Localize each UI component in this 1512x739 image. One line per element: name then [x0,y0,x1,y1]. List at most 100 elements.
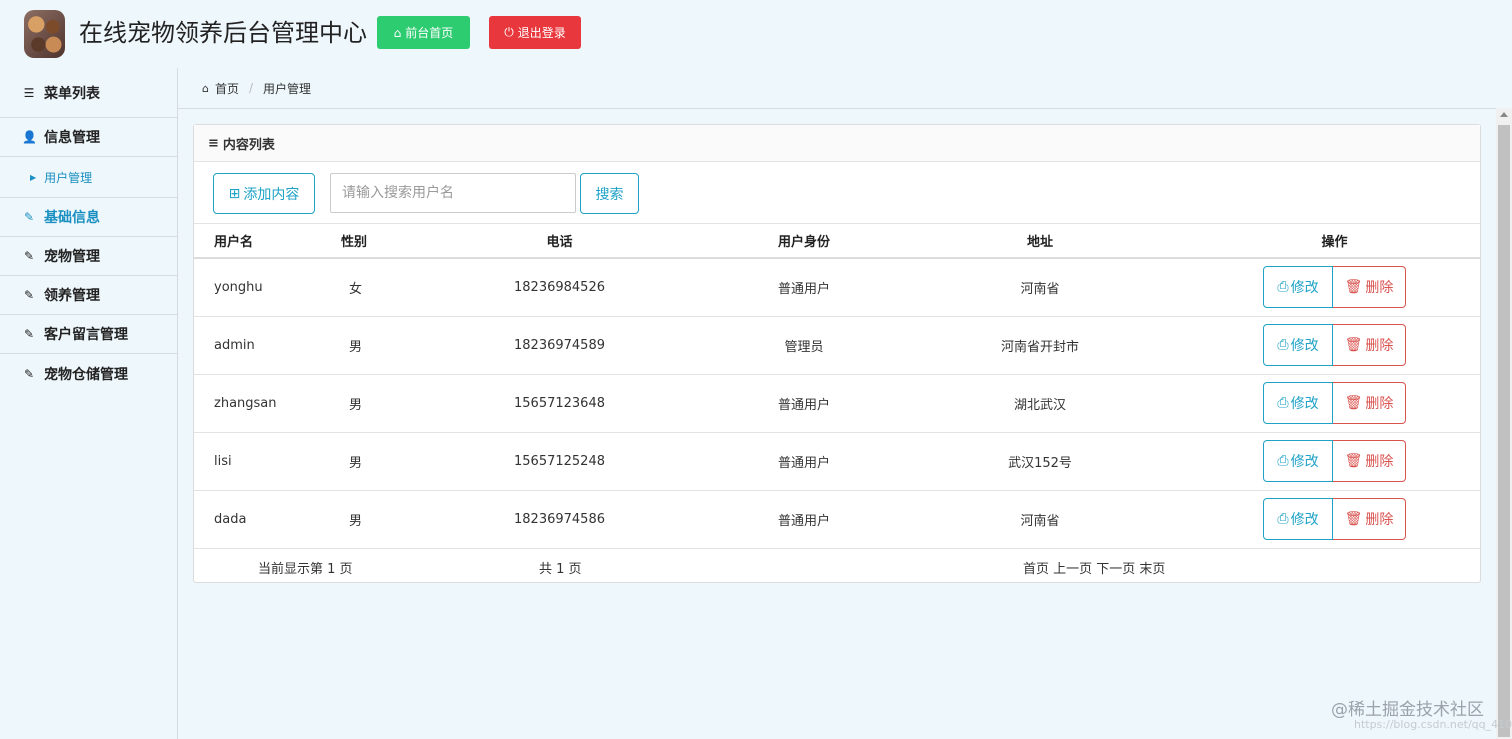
edit-button[interactable]: ⎙ 修改 [1263,382,1333,424]
edit-icon: ⎙ [1277,395,1289,411]
sidebar-item-label: 宠物管理 [44,249,100,265]
edit-icon: ⎙ [1277,279,1289,296]
plus-square-icon: ⊞ [228,185,241,202]
divider [178,108,1496,109]
sidebar-item-user-management[interactable]: ▶ 用户管理 [0,157,177,198]
sidebar-item-basic-info[interactable]: ✎ 基础信息 [0,198,177,237]
cell-actions: ⎙ 修改 🗑 删除 [1189,316,1480,375]
sidebar-item-label: 基础信息 [44,210,100,226]
sidebar-heading-label: 菜单列表 [44,85,100,102]
cell-gender: 男 [304,432,402,491]
cell-actions: ⎙ 修改 🗑 删除 [1189,432,1480,491]
cell-username: lisi [194,432,304,491]
panel-header: ≡ 内容列表 [194,125,1480,162]
edit-icon: ✎ [23,210,35,224]
edit-label: 修改 [1290,338,1319,354]
cell-role: 管理员 [717,316,891,375]
add-content-button[interactable]: ⊞ 添加内容 [213,173,315,214]
sidebar-item-pet-management[interactable]: ✎ 宠物管理 [0,237,177,276]
delete-label: 删除 [1365,338,1394,354]
cell-address: 湖北武汉 [891,374,1189,433]
sidebar-item-label: 客户留言管理 [44,327,128,343]
edit-icon: ⎙ [1277,337,1289,353]
sidebar-item-adoption-management[interactable]: ✎ 领养管理 [0,276,177,315]
table-header-row: 用户名 性别 电话 用户身份 地址 操作 [194,224,1480,259]
delete-button[interactable]: 🗑 删除 [1333,440,1406,482]
trash-icon: 🗑 [1344,511,1363,527]
col-actions: 操作 [1189,224,1480,259]
cell-phone: 18236974589 [402,316,717,375]
list-icon: ☰ [23,85,35,100]
search-button[interactable]: 搜索 [580,173,639,214]
cell-username: yonghu [194,258,304,317]
col-role: 用户身份 [717,224,891,259]
top-header: 在线宠物领养后台管理中心 ⌂ 前台首页 ⏻ 退出登录 [0,0,1512,68]
scroll-thumb[interactable] [1498,125,1510,737]
cell-address: 武汉152号 [891,432,1189,491]
watermark-url: https://blog.csdn.net/qq_41024868 [1354,718,1512,731]
cell-username: dada [194,490,304,549]
cell-gender: 女 [304,258,402,317]
edit-button[interactable]: ⎙ 修改 [1263,498,1333,540]
table-row: zhangsan 男 15657123648 普通用户 湖北武汉 ⎙ 修改 🗑 删除 [194,374,1480,433]
delete-label: 删除 [1365,280,1394,297]
delete-label: 删除 [1365,512,1394,528]
edit-label: 修改 [1290,454,1319,470]
toolbar: ⊞ 添加内容 搜索 [194,162,1480,224]
current-page-text: 当前显示第 1 页 [258,561,353,577]
sidebar-item-info-management[interactable]: 👤 信息管理 [0,118,177,157]
col-phone: 电话 [402,224,717,259]
sidebar-item-storage-management[interactable]: ✎ 宠物仓储管理 [0,354,177,393]
vertical-scrollbar[interactable] [1496,108,1512,739]
edit-icon: ✎ [23,327,35,341]
logout-button[interactable]: ⏻ 退出登录 [489,16,581,49]
home-icon: ⌂ [202,81,209,95]
breadcrumb-current: 用户管理 [263,81,312,96]
delete-button[interactable]: 🗑 删除 [1333,382,1406,424]
delete-label: 删除 [1365,454,1394,470]
edit-button[interactable]: ⎙ 修改 [1263,440,1333,482]
cell-actions: ⎙ 修改 🗑 删除 [1189,374,1480,433]
front-home-button[interactable]: ⌂ 前台首页 [377,16,470,49]
trash-icon: 🗑 [1344,337,1363,353]
cell-address: 河南省 [891,258,1189,317]
delete-label: 删除 [1365,396,1394,412]
edit-icon: ✎ [23,249,35,263]
sidebar-heading: ☰ 菜单列表 [0,68,177,118]
trash-icon: 🗑 [1344,395,1363,411]
edit-label: 修改 [1290,280,1319,297]
edit-button[interactable]: ⎙ 修改 [1263,266,1333,309]
table-row: lisi 男 15657125248 普通用户 武汉152号 ⎙ 修改 🗑 删除 [194,432,1480,491]
cell-username: admin [194,316,304,375]
delete-button[interactable]: 🗑 删除 [1333,324,1406,366]
breadcrumb: ⌂ 首页 / 用户管理 [202,79,311,97]
col-address: 地址 [891,224,1189,259]
power-icon: ⏻ [504,25,514,39]
sidebar-item-label: 领养管理 [44,288,100,304]
cell-phone: 18236974586 [402,490,717,549]
delete-button[interactable]: 🗑 删除 [1333,498,1406,540]
edit-icon: ⎙ [1277,453,1289,469]
trash-icon: 🗑 [1344,279,1363,296]
total-pages-text: 共 1 页 [539,561,582,577]
cell-gender: 男 [304,490,402,549]
breadcrumb-home[interactable]: 首页 [215,80,239,97]
delete-button[interactable]: 🗑 删除 [1333,266,1406,309]
cell-username: zhangsan [194,374,304,433]
home-icon: ⌂ [393,25,402,40]
watermark: @稀土掘金技术社区 [1331,700,1484,720]
cell-role: 普通用户 [717,258,891,317]
cell-gender: 男 [304,316,402,375]
cell-address: 河南省 [891,490,1189,549]
edit-button[interactable]: ⎙ 修改 [1263,324,1333,366]
cell-role: 普通用户 [717,432,891,491]
table-row: yonghu 女 18236984526 普通用户 河南省 ⎙ 修改 🗑 删除 [194,258,1480,317]
sidebar-item-message-management[interactable]: ✎ 客户留言管理 [0,315,177,354]
site-logo [24,10,65,58]
breadcrumb-separator: / [249,81,254,95]
search-input[interactable] [330,173,576,213]
site-title: 在线宠物领养后台管理中心 [79,19,367,47]
cell-phone: 15657123648 [402,374,717,433]
scroll-up-icon[interactable] [1500,112,1508,117]
page-nav-links[interactable]: 首页 上一页 下一页 末页 [1023,558,1165,577]
